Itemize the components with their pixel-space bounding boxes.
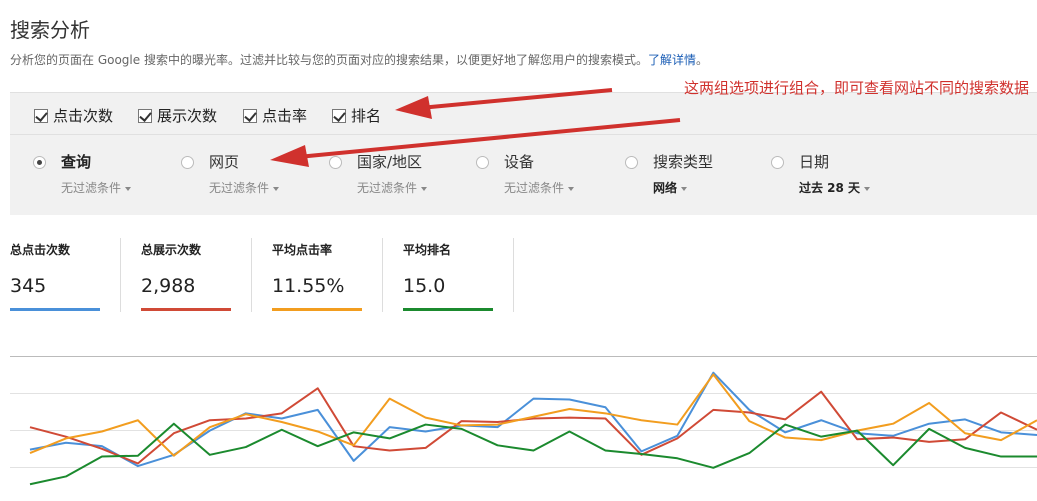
scorecard-color-bar xyxy=(10,308,100,311)
scorecard-ctr[interactable]: 平均点击率 11.55% xyxy=(272,238,392,312)
dimension-filter-text: 无过滤条件 xyxy=(209,181,270,195)
scorecard-value: 2,988 xyxy=(141,275,196,297)
dimension-label: 搜索类型 xyxy=(653,153,714,171)
caret-down-icon xyxy=(273,186,280,191)
dimension-filter-dropdown[interactable]: 网络 xyxy=(653,179,688,196)
divider xyxy=(513,238,514,312)
dimension-filter-text: 无过滤条件 xyxy=(504,181,565,195)
scorecard-color-bar xyxy=(403,308,493,311)
subtitle-end: 。 xyxy=(695,53,708,67)
toggle-impressions[interactable]: 展示次数 xyxy=(138,105,217,126)
subtitle-text: 分析您的页面在 Google 搜索中的曝光率。过滤并比较与您的页面对应的搜索结果… xyxy=(10,53,648,67)
toggle-ctr[interactable]: 点击率 xyxy=(243,105,307,126)
scorecard-label: 总展示次数 xyxy=(141,243,202,257)
filter-panel: 点击次数 展示次数 点击率 排名 查询 无过滤条件 网页 无过滤条件 国家/地区… xyxy=(10,92,1037,215)
divider xyxy=(251,238,252,312)
scorecard-label: 平均排名 xyxy=(403,243,452,257)
radio-icon[interactable] xyxy=(33,156,46,169)
toggle-position[interactable]: 排名 xyxy=(332,105,381,126)
scorecard-value: 11.55% xyxy=(272,275,345,297)
scorecard-position[interactable]: 平均排名 15.0 xyxy=(403,238,523,312)
dimension-filter-dropdown[interactable]: 无过滤条件 xyxy=(504,179,575,196)
dimension-filter-text: 网络 xyxy=(653,181,678,195)
radio-icon[interactable] xyxy=(476,156,489,169)
dimension-label: 国家/地区 xyxy=(357,153,423,171)
toggle-label: 点击次数 xyxy=(53,107,114,125)
scorecard-label: 平均点击率 xyxy=(272,243,333,257)
scorecard-value: 345 xyxy=(10,275,47,297)
toggle-label: 点击率 xyxy=(262,107,308,125)
caret-down-icon xyxy=(421,186,428,191)
checkbox-icon[interactable] xyxy=(243,108,257,123)
page-subtitle: 分析您的页面在 Google 搜索中的曝光率。过滤并比较与您的页面对应的搜索结果… xyxy=(10,51,708,68)
dimension-filter-dropdown[interactable]: 无过滤条件 xyxy=(357,179,428,196)
series-line-3 xyxy=(29,422,1037,486)
checkbox-icon[interactable] xyxy=(34,108,48,123)
dimension-filter-text: 过去 28 天 xyxy=(799,181,861,195)
radio-icon[interactable] xyxy=(771,156,784,169)
dimension-label: 日期 xyxy=(799,153,830,171)
scorecard-impressions[interactable]: 总展示次数 2,988 xyxy=(141,238,261,312)
annotation-text: 这两组选项进行组合，即可查看网站不同的搜索数据 xyxy=(684,79,1030,97)
scorecard-color-bar xyxy=(141,308,231,311)
toggle-clicks[interactable]: 点击次数 xyxy=(34,105,113,126)
toggle-label: 展示次数 xyxy=(157,107,218,125)
dimension-label: 设备 xyxy=(504,153,535,171)
scorecard-clicks[interactable]: 总点击次数 345 xyxy=(10,238,130,312)
metric-toggles: 点击次数 展示次数 点击率 排名 xyxy=(10,93,1037,135)
scorecard-value: 15.0 xyxy=(403,275,446,297)
scorecard-color-bar xyxy=(272,308,362,311)
dimension-filter-text: 无过滤条件 xyxy=(61,181,122,195)
dimension-label: 网页 xyxy=(209,153,240,171)
radio-icon[interactable] xyxy=(625,156,638,169)
dimension-label: 查询 xyxy=(61,153,92,171)
caret-down-icon xyxy=(568,186,575,191)
dimension-filter-dropdown[interactable]: 过去 28 天 xyxy=(799,179,871,196)
caret-down-icon xyxy=(864,186,871,191)
learn-more-link[interactable]: 了解详情 xyxy=(648,53,696,67)
caret-down-icon xyxy=(681,186,688,191)
scorecard-label: 总点击次数 xyxy=(10,243,71,257)
radio-icon[interactable] xyxy=(329,156,342,169)
caret-down-icon xyxy=(125,186,132,191)
divider xyxy=(120,238,121,312)
checkbox-icon[interactable] xyxy=(332,108,346,123)
dimension-filter-dropdown[interactable]: 无过滤条件 xyxy=(209,179,280,196)
dimension-filter-dropdown[interactable]: 无过滤条件 xyxy=(61,179,132,196)
toggle-label: 排名 xyxy=(351,107,382,125)
dimension-filter-text: 无过滤条件 xyxy=(357,181,418,195)
radio-icon[interactable] xyxy=(181,156,194,169)
checkbox-icon[interactable] xyxy=(138,108,152,123)
page-title: 搜索分析 xyxy=(10,18,90,42)
performance-line-chart xyxy=(10,356,1037,486)
divider xyxy=(382,238,383,312)
series-line-2 xyxy=(29,373,1037,457)
